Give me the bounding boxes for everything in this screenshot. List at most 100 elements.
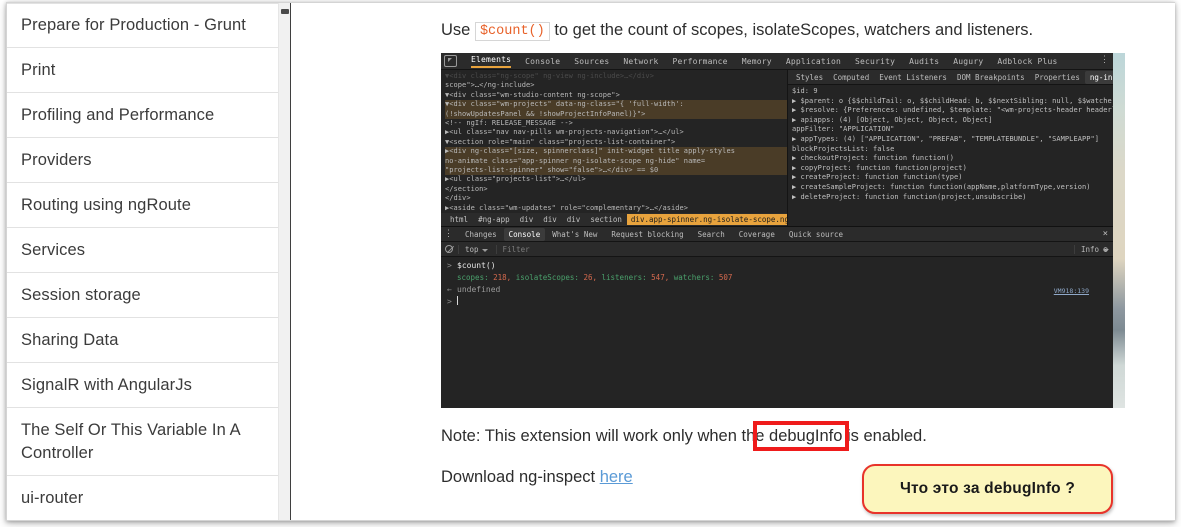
property-line[interactable]: blockProjectsList: false [792, 145, 1113, 155]
devtools-tab[interactable]: Security [848, 57, 902, 66]
console-undefined-text: undefined [457, 285, 501, 294]
property-line[interactable]: ▶ createProject: function function(type) [792, 173, 1113, 183]
sidebar-item[interactable]: Services [7, 228, 278, 273]
count-value: 507 [718, 273, 733, 282]
download-text: Download ng-inspect [441, 468, 600, 486]
sidebar-item[interactable]: Routing using ngRoute [7, 183, 278, 228]
elements-sidebar-tab[interactable]: Event Listeners [874, 73, 952, 82]
chevron-down-icon [481, 248, 488, 252]
sidebar-scrollbar-thumb[interactable] [281, 9, 289, 14]
annotation-callout: Что это за debugInfo ? [862, 464, 1113, 514]
elements-sidebar-tab[interactable]: Properties [1030, 73, 1085, 82]
elements-sidebar-tab[interactable]: Computed [828, 73, 874, 82]
breadcrumb-item[interactable]: div [538, 215, 562, 224]
count-value: 26 [583, 273, 593, 282]
breadcrumb-item[interactable]: section [585, 215, 627, 224]
sidebar-item[interactable]: Sharing Data [7, 318, 278, 363]
devtools-tab[interactable]: Augury [946, 57, 990, 66]
sidebar-scrollbar[interactable] [278, 3, 290, 520]
console-drawer-tab[interactable]: What's New [545, 230, 604, 239]
console-context-selector[interactable]: top [458, 244, 491, 254]
dom-tree-line[interactable]: ▶<ul class="projects-list">…</ul> [445, 175, 787, 184]
property-line[interactable]: ▶ appTypes: (4) ["APPLICATION", "PREFAB"… [792, 135, 1113, 145]
property-line[interactable]: $id: 9 [792, 87, 1113, 97]
sidebar-item[interactable]: Profiling and Performance [7, 93, 278, 138]
settings-gear-icon[interactable]: ⚙ [1103, 245, 1108, 254]
property-line[interactable]: ▶ checkoutProject: function function() [792, 154, 1113, 164]
breadcrumb: html #ng-app div div div section div.app-spinn… [441, 213, 816, 226]
sidebar-item[interactable]: Prepare for Production - Grunt [7, 3, 278, 48]
breadcrumb-item[interactable]: html [445, 215, 473, 224]
console-new-prompt-row[interactable]: > [445, 296, 1113, 308]
console-drawer-tab[interactable]: Request blocking [604, 230, 690, 239]
close-drawer-icon[interactable]: × [1103, 229, 1108, 239]
devtools-tab[interactable]: Network [616, 57, 665, 66]
dom-tree-line[interactable]: ▼<div class="wm-projects" data-ng-class=… [445, 100, 787, 110]
sidebar-item[interactable]: Print [7, 48, 278, 93]
console-drawer-tab[interactable]: Console [503, 227, 546, 241]
breadcrumb-item[interactable]: div [562, 215, 586, 224]
property-line[interactable]: ▶ $parent: o {$$childTail: o, $$childHea… [792, 97, 1113, 107]
sidebar-item[interactable]: ui-router [7, 476, 278, 520]
property-line[interactable]: ▶ createSampleProject: function function… [792, 183, 1113, 193]
dom-tree-line[interactable]: ▼<div class="ng-scope" ng-view ng-includ… [445, 72, 787, 81]
download-here-link[interactable]: here [600, 468, 633, 486]
clear-console-icon[interactable] [445, 245, 453, 253]
console-context-value: top [465, 244, 479, 254]
console-drawer-tab[interactable]: Coverage [732, 230, 782, 239]
dom-tree-line[interactable]: scope">…</ng-include> [445, 81, 787, 90]
console-filter-input[interactable]: Filter [495, 244, 1069, 254]
lead-after-text: to get the count of scopes, isolateScope… [549, 21, 1034, 39]
property-line[interactable]: ▶ copyProject: function function(project… [792, 164, 1113, 174]
sidebar-item-label: Session storage [21, 285, 141, 304]
console-drawer-tab[interactable]: Search [691, 230, 732, 239]
devtools-tab[interactable]: Application [779, 57, 848, 66]
console-drawer-tab[interactable]: Quick source [782, 230, 850, 239]
elements-sidebar-tab[interactable]: Styles [791, 73, 828, 82]
dom-tree-line[interactable]: </section> [445, 185, 787, 194]
dom-tree-line[interactable]: no-animate class="app-spinner ng-isolate… [445, 156, 787, 167]
devtools-tab[interactable]: Adblock Plus [990, 57, 1064, 66]
devtools-tab[interactable]: Audits [902, 57, 946, 66]
kebab-menu-icon[interactable]: ⋮ [1100, 56, 1109, 65]
sidebar-item[interactable]: SignalR with AngularJs [7, 363, 278, 408]
property-line[interactable]: appFilter: "APPLICATION" [792, 125, 1113, 135]
sidebar-item[interactable]: The Self Or This Variable In A Controlle… [7, 408, 278, 476]
devtools-tab[interactable]: Performance [666, 57, 735, 66]
console-drawer-tab[interactable]: Changes [458, 230, 504, 239]
elements-sidebar-pane: Styles Computed Event Listeners DOM Breakpo… [787, 70, 1113, 226]
elements-sidebar-tab[interactable]: ng-inspect [1084, 70, 1113, 84]
breadcrumb-item[interactable]: #ng-app [473, 215, 515, 224]
dom-tree-line[interactable]: ▶<ul class="nav nav-pills wm-projects-na… [445, 128, 787, 137]
property-line[interactable]: ▶ $resolve: {Preferences: undefined, $te… [792, 106, 1113, 116]
drawer-kebab-icon[interactable]: ⋮ [444, 229, 453, 239]
dom-tree-line[interactable]: (!showUpdatesPanel && !showProjectInfoPa… [445, 109, 787, 120]
dom-tree-line[interactable]: ▶<aside class="wm-updates" role="complem… [445, 204, 787, 213]
devtools-tab[interactable]: Console [518, 57, 567, 66]
dom-tree-line[interactable]: </div> [445, 194, 787, 203]
devtools-tab[interactable]: Sources [567, 57, 616, 66]
background-photo-strip [1113, 53, 1125, 408]
property-line[interactable]: ▶ deleteProject: function function(proje… [792, 193, 1113, 203]
sidebar-item[interactable]: Session storage [7, 273, 278, 318]
count-key: isolateScopes: [515, 273, 579, 282]
property-line[interactable]: ▶ apiapps: (4) [Object, Object, Object, … [792, 116, 1113, 126]
lead-before-text: Use [441, 21, 475, 39]
ng-inspect-properties[interactable]: $id: 9 ▶ $parent: o {$$childTail: o, $$ch… [788, 85, 1113, 202]
breadcrumb-item[interactable]: div [515, 215, 539, 224]
dom-tree-line[interactable]: <!-- ngIf: RELEASE_MESSAGE --> [445, 119, 787, 128]
sidebar-item[interactable]: Providers [7, 138, 278, 183]
elements-sidebar-tab[interactable]: DOM Breakpoints [952, 73, 1030, 82]
count-key: scopes: [457, 273, 489, 282]
page-root: Prepare for Production - Grunt Print Profi… [0, 0, 1181, 527]
inspect-element-icon[interactable] [444, 55, 457, 67]
dom-tree-line[interactable]: ▼<div class="wm-studio-content ng-scope"… [445, 91, 787, 100]
dom-tree-line[interactable]: ▼<section role="main" class="projects-li… [445, 138, 787, 147]
prompt-chevron-icon: > [447, 297, 452, 306]
devtools-tab[interactable]: Memory [735, 57, 779, 66]
dom-tree-line[interactable]: "projects-list-spinner" show="false">…</… [445, 166, 787, 176]
note-paragraph: Note: This extension will work only when… [441, 427, 927, 445]
dom-tree-pane[interactable]: ▼<div class="ng-scope" ng-view ng-includ… [441, 70, 787, 216]
devtools-tab[interactable]: Elements [464, 55, 518, 68]
dom-tree-line[interactable]: ▶<div ng-class="[size, spinnerclass]" in… [445, 147, 787, 157]
